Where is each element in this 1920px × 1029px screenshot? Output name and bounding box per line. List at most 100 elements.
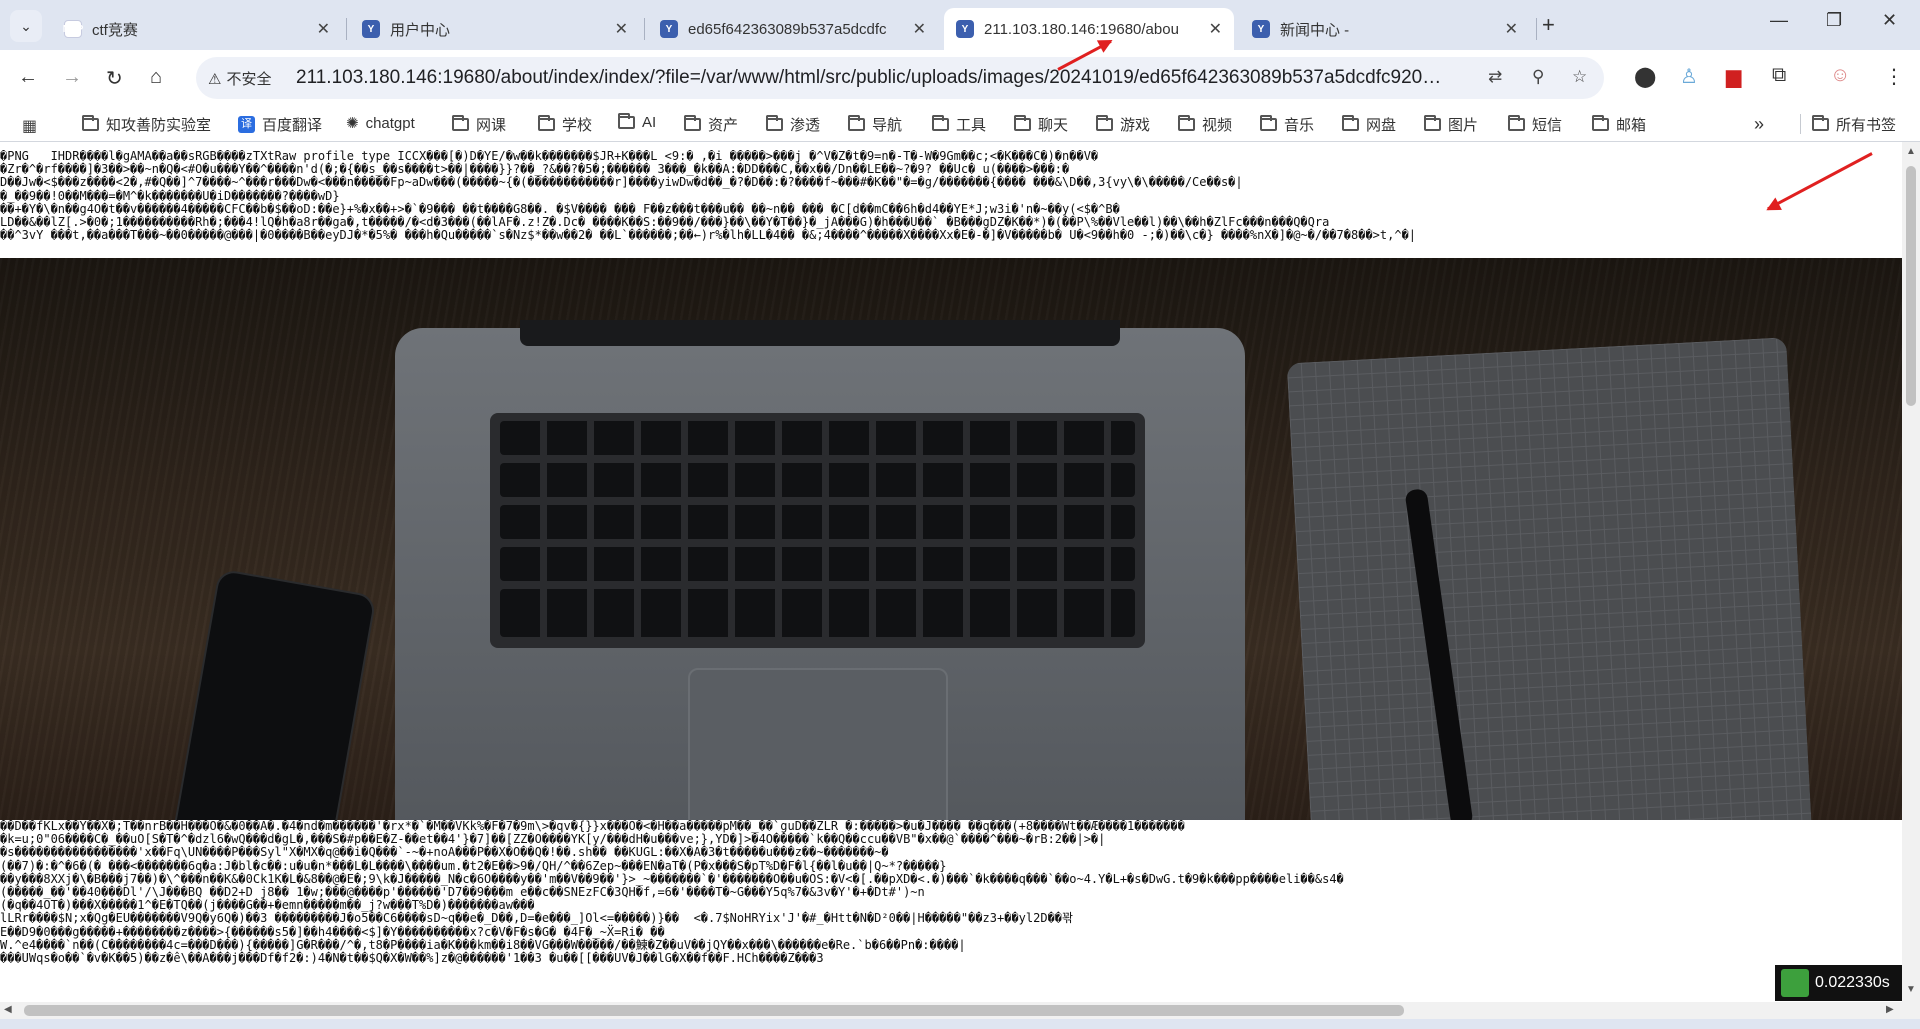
- apps-grid-icon[interactable]: ▦: [22, 116, 37, 136]
- bookmark-folder[interactable]: 短信: [1508, 114, 1562, 135]
- tab-title: 新闻中心 -: [1280, 21, 1350, 39]
- bookmark-label: 音乐: [1284, 117, 1315, 134]
- horizontal-scroll-thumb[interactable]: [24, 1005, 1404, 1016]
- tab-search-chevron-icon[interactable]: ⌄: [10, 10, 42, 42]
- tab-ctf[interactable]: NSP ctf竞赛 ✕: [52, 8, 342, 50]
- scroll-down-icon[interactable]: ▼: [1906, 984, 1916, 995]
- tab-separator: [346, 18, 347, 40]
- folder-icon: [1014, 115, 1031, 131]
- bookmark-star-icon[interactable]: ☆: [1572, 67, 1587, 87]
- bookmark-folder[interactable]: 网盘: [1342, 114, 1396, 135]
- all-bookmarks-folder[interactable]: 所有书签: [1812, 114, 1896, 135]
- bookmark-label: 导航: [872, 117, 903, 134]
- horizontal-scrollbar[interactable]: ◀ ▶: [0, 1002, 1920, 1019]
- extension-ghost-icon[interactable]: ♙: [1680, 64, 1698, 89]
- bookmark-label: 网盘: [1366, 117, 1397, 134]
- key-row: [500, 505, 1135, 539]
- close-icon[interactable]: ✕: [1209, 19, 1222, 39]
- bookmark-folder[interactable]: 知攻善防实验室: [82, 114, 211, 135]
- bookmark-label: 图片: [1448, 117, 1479, 134]
- bookmark-folder[interactable]: AI: [618, 113, 657, 131]
- tab-title: 用户中心: [390, 21, 451, 39]
- tab-about-active[interactable]: Y 211.103.180.146:19680/abou ✕: [944, 8, 1234, 50]
- url-text[interactable]: 211.103.180.146:19680/about/index/index/…: [296, 67, 1446, 89]
- bookmark-folder[interactable]: 邮箱: [1592, 114, 1646, 135]
- folder-icon: [1508, 115, 1525, 131]
- vertical-scrollbar[interactable]: ▲ ▼: [1902, 142, 1920, 1002]
- menu-kebab-icon[interactable]: ⋮: [1884, 64, 1904, 89]
- folder-icon: [848, 115, 865, 131]
- bookmark-folder[interactable]: 音乐: [1260, 114, 1314, 135]
- folder-icon: [538, 115, 555, 131]
- bookmark-folder[interactable]: 游戏: [1096, 114, 1150, 135]
- bookmark-label: chatgpt: [365, 114, 415, 132]
- bookmark-folder[interactable]: 工具: [932, 114, 986, 135]
- folder-icon: [82, 115, 99, 131]
- bookmark-folder[interactable]: 视频: [1178, 114, 1232, 135]
- bookmark-folder[interactable]: 图片: [1424, 114, 1478, 135]
- y-logo-icon: Y: [956, 20, 974, 38]
- laptop-hinge: [520, 320, 1120, 346]
- bookmark-folder[interactable]: 资产: [684, 114, 738, 135]
- browser-toolbar: ← → ↻ ⌂ ⚠ 不安全 211.103.180.146:19680/abou…: [0, 50, 1920, 108]
- tab-title: 211.103.180.146:19680/abou: [984, 20, 1179, 38]
- bookmark-label: 视频: [1202, 117, 1233, 134]
- folder-icon: [1342, 115, 1359, 131]
- back-arrow-icon[interactable]: ←: [18, 66, 38, 89]
- close-icon[interactable]: ✕: [317, 19, 330, 39]
- profile-avatar-icon[interactable]: ☺: [1830, 64, 1850, 87]
- translate-icon[interactable]: ⇄: [1488, 67, 1502, 87]
- bookmark-label: 短信: [1532, 117, 1563, 134]
- bookmark-link[interactable]: ✺ chatgpt: [346, 114, 415, 133]
- bookmark-label: AI: [642, 114, 657, 131]
- security-chip[interactable]: ⚠ 不安全: [208, 68, 271, 89]
- folder-icon: [618, 113, 635, 129]
- scroll-left-icon[interactable]: ◀: [4, 1004, 12, 1015]
- bookmark-folder[interactable]: 学校: [538, 114, 592, 135]
- tab-separator: [1536, 18, 1537, 40]
- folder-icon: [1592, 115, 1609, 131]
- laptop-desk-photo: [0, 258, 1902, 820]
- window-close-icon[interactable]: ✕: [1882, 10, 1897, 31]
- security-label: 不安全: [226, 71, 272, 88]
- restore-icon[interactable]: ❐: [1826, 10, 1842, 31]
- bookmarks-overflow-chevron-icon[interactable]: »: [1754, 114, 1764, 135]
- address-bar[interactable]: ⚠ 不安全 211.103.180.146:19680/about/index/…: [196, 57, 1604, 99]
- key-row: [500, 463, 1135, 497]
- bookmark-folder[interactable]: 导航: [848, 114, 902, 135]
- forward-arrow-icon[interactable]: →: [62, 66, 82, 89]
- close-icon[interactable]: ✕: [1505, 19, 1518, 39]
- bookmark-folder[interactable]: 网课: [452, 114, 506, 135]
- bookmark-label: 工具: [956, 117, 987, 134]
- bookmark-label: 邮箱: [1616, 117, 1647, 134]
- scroll-right-icon[interactable]: ▶: [1886, 1004, 1894, 1015]
- minimize-icon[interactable]: —: [1770, 10, 1788, 31]
- vertical-scroll-thumb[interactable]: [1906, 166, 1916, 406]
- close-icon[interactable]: ✕: [913, 19, 926, 39]
- new-tab-plus-icon[interactable]: +: [1542, 12, 1555, 38]
- bookmark-link[interactable]: 译百度翻译: [238, 114, 322, 135]
- raw-png-binary-text: �PNG IHDR����l�gAMA��a��sRGB����zTXtRaw …: [0, 150, 1417, 243]
- tab-separator: [644, 18, 645, 40]
- close-icon[interactable]: ✕: [615, 19, 628, 39]
- scroll-up-icon[interactable]: ▲: [1906, 146, 1916, 157]
- tab-image-file[interactable]: Y ed65f642363089b537a5dcdfc ✕: [648, 8, 938, 50]
- bookmark-folder[interactable]: 渗透: [766, 114, 820, 135]
- zoom-icon[interactable]: ⚲: [1532, 67, 1544, 87]
- extensions-puzzle-icon[interactable]: ⧉: [1772, 64, 1786, 87]
- tab-news-center[interactable]: Y 新闻中心 - ✕: [1240, 8, 1530, 50]
- folder-icon: [684, 115, 701, 131]
- tab-title: ctf竞赛: [92, 21, 138, 39]
- home-icon[interactable]: ⌂: [150, 66, 162, 89]
- window-bottom-edge: [0, 1019, 1920, 1029]
- bookmark-folder[interactable]: 聊天: [1014, 114, 1068, 135]
- bookmark-label: 游戏: [1120, 117, 1151, 134]
- folder-icon: [932, 115, 949, 131]
- bookmark-label: 聊天: [1038, 117, 1069, 134]
- extension-circle-icon[interactable]: ⬤: [1634, 64, 1656, 89]
- tab-user-center[interactable]: Y 用户中心 ✕: [350, 8, 640, 50]
- timer-logo-icon: [1781, 969, 1809, 997]
- bookmark-label: 百度翻译: [262, 117, 323, 134]
- reload-icon[interactable]: ↻: [106, 66, 123, 91]
- extension-flag-icon[interactable]: ▆: [1726, 64, 1741, 89]
